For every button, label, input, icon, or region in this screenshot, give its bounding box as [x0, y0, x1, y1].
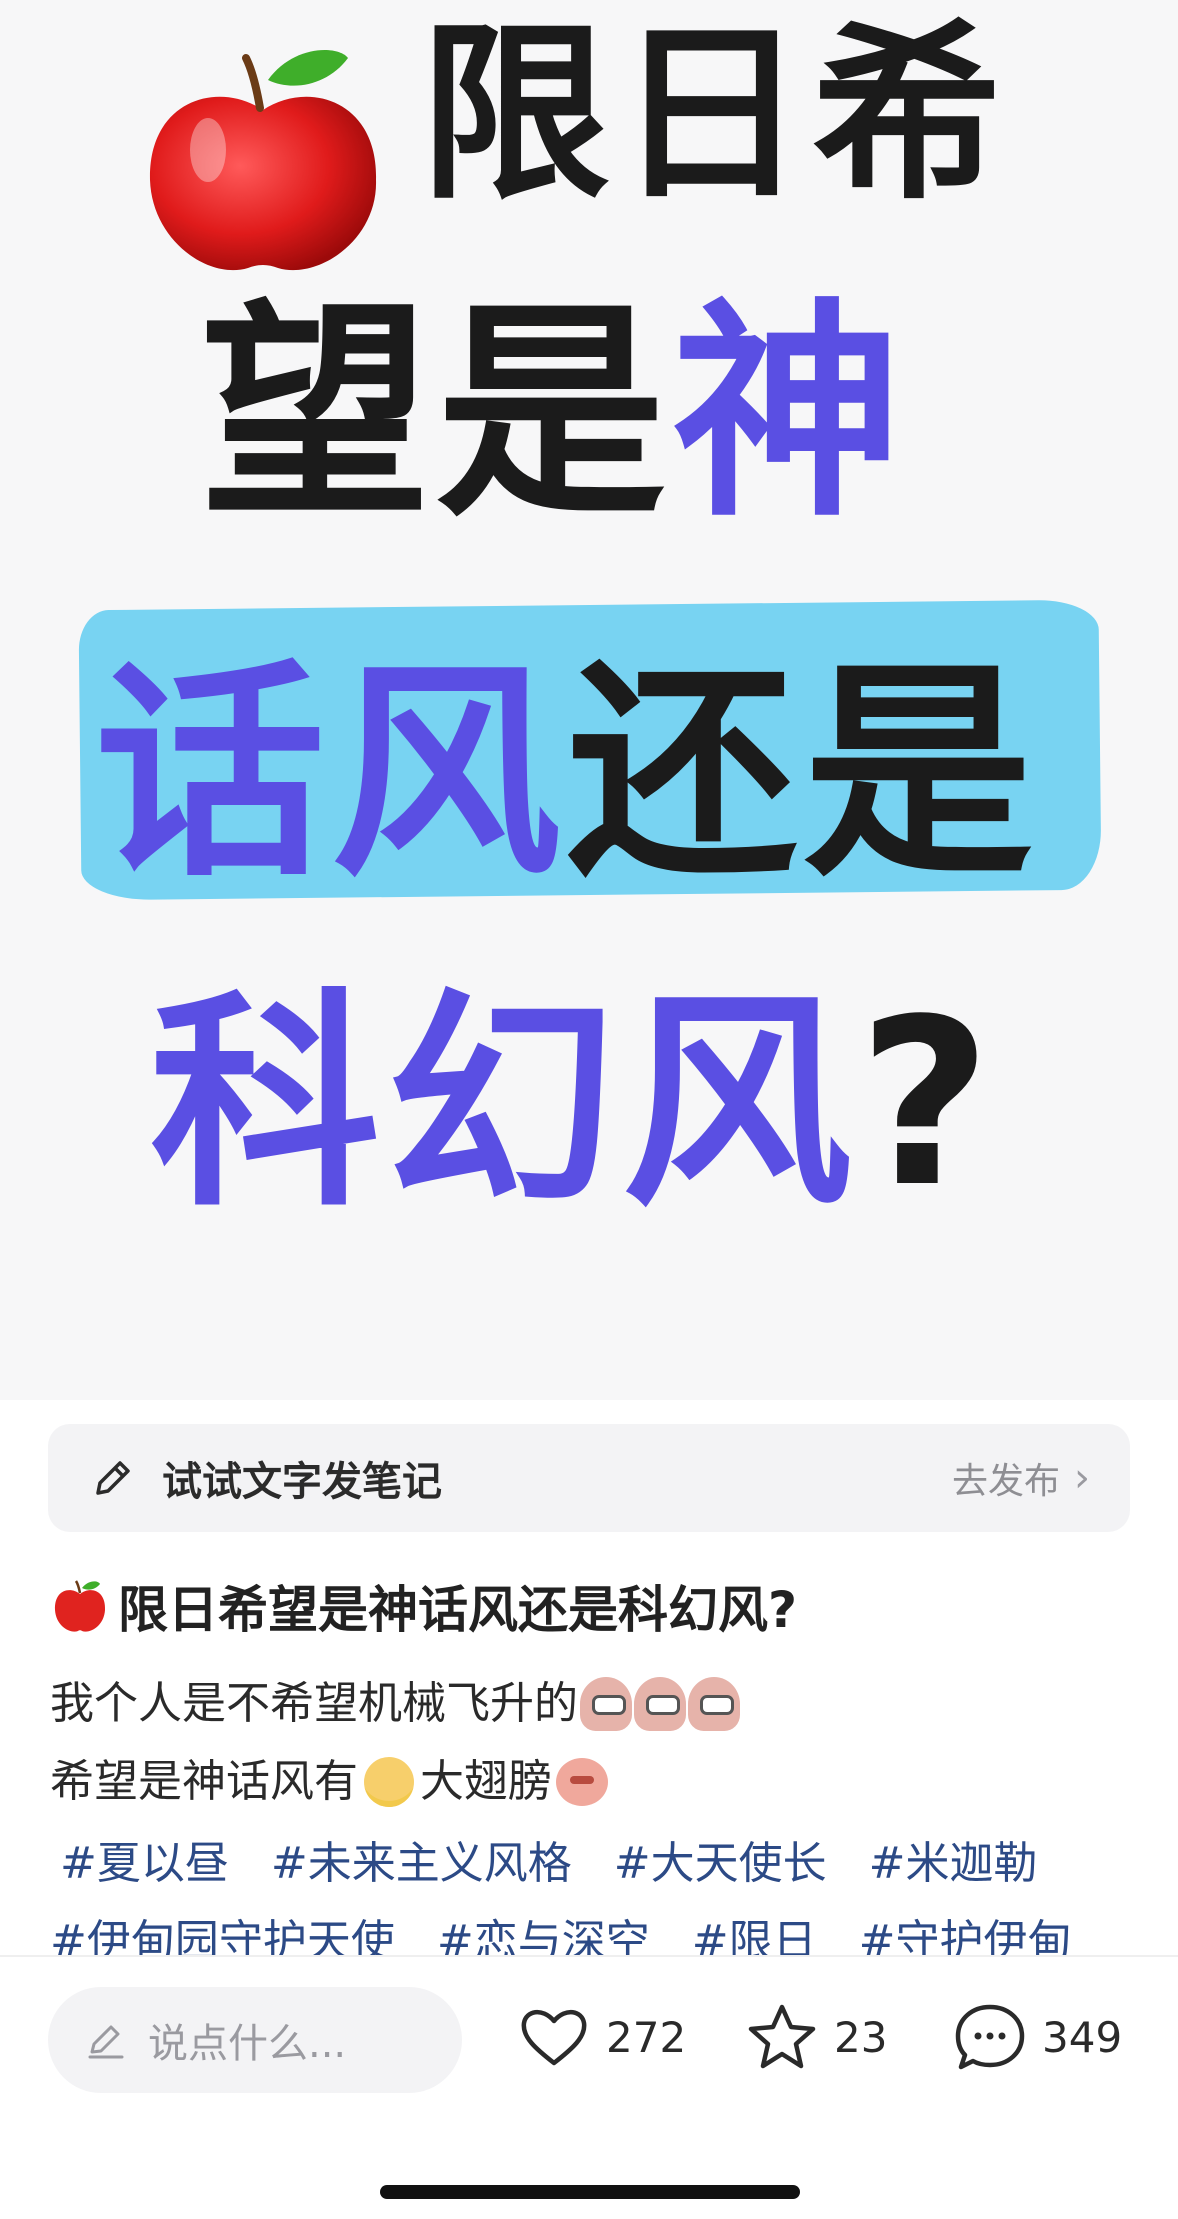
go-publish-label: 去发布 [951, 1461, 1060, 1502]
like-count: 272 [606, 2012, 687, 2062]
post-body-text-2a: 希望是神话风有 [50, 1756, 358, 1807]
sneezing-face-emoji-icon [556, 1758, 608, 1806]
shocked-mushroom-emoji-icon [634, 1677, 686, 1731]
comment-button[interactable]: 349 [952, 1999, 1122, 2075]
comment-input[interactable]: 说点什么... [48, 1987, 462, 2093]
favorite-count: 23 [834, 2012, 888, 2062]
pencil-icon [96, 1461, 130, 1495]
post-title: 限日希望是神话风还是科幻风? [50, 1570, 797, 1642]
cover-text-4a: 科幻风 [150, 971, 859, 1238]
post-body-text-2b: 大翅膀 [420, 1756, 552, 1807]
cover-text-line-3: 话风还是 [95, 660, 1039, 890]
hashtag-link[interactable]: #未来主义风格 [271, 1827, 572, 1891]
heart-icon [521, 2010, 587, 2066]
shocked-mushroom-emoji-icon [580, 1677, 632, 1731]
post-title-text: 限日希望是神话风还是科幻风? [118, 1581, 798, 1639]
shocked-mushroom-emoji-icon [688, 1677, 740, 1731]
go-publish-button[interactable]: 去发布 › [952, 1452, 1090, 1504]
home-indicator[interactable] [380, 2185, 800, 2199]
favorite-button[interactable]: 23 [744, 1999, 887, 2075]
cover-text-3a: 话风 [95, 641, 568, 908]
cover-text-3b: 还是 [567, 641, 1040, 908]
pencil-icon [88, 2025, 124, 2059]
cover-text-4b: ? [858, 971, 998, 1238]
post-body: 我个人是不希望机械飞升的 希望是神话风有 大翅膀 [50, 1665, 740, 1821]
comment-count: 349 [1042, 2012, 1123, 2062]
hashtag-link[interactable]: #夏以昼 [60, 1827, 229, 1891]
bottom-action-bar: 说点什么... 272 23 349 [0, 1957, 1178, 2219]
comment-placeholder: 说点什么... [148, 2021, 347, 2067]
hashtag-link[interactable]: #米迦勒 [869, 1827, 1038, 1891]
try-text-note-label: 试试文字发笔记 [162, 1459, 442, 1505]
chevron-right-icon: › [1074, 1455, 1090, 1501]
red-apple-emoji-icon [54, 1580, 106, 1632]
cover-text-2a: 望是 [200, 281, 673, 548]
post-body-text-1: 我个人是不希望机械飞升的 [50, 1678, 578, 1729]
post-detail-page: 限日希 望是神 话风还是 科幻风? 试试文字发笔记 去发布 › 限日希望是神话风… [0, 0, 1178, 2219]
cover-text-2b: 神 [672, 281, 909, 548]
red-apple-icon [149, 50, 377, 271]
chat-bubble-icon [955, 2004, 1025, 2070]
hashtag-link[interactable]: #大天使长 [614, 1827, 827, 1891]
try-text-note-banner[interactable]: 试试文字发笔记 去发布 › [48, 1424, 1130, 1532]
cover-text-line-1: 限日希 [420, 4, 1009, 225]
post-body-line-1: 我个人是不希望机械飞升的 [50, 1665, 740, 1743]
post-cover-image[interactable]: 限日希 望是神 话风还是 科幻风? [0, 0, 1178, 1400]
like-button[interactable]: 272 [516, 1999, 686, 2075]
cover-text-line-4: 科幻风? [150, 990, 997, 1220]
star-icon [748, 2004, 816, 2069]
hashtag-list: #夏以昼 #未来主义风格 #大天使长 #米迦勒 #伊甸园守护天使 #恋与深空 #… [50, 1820, 1150, 1976]
cover-text-line-2: 望是神 [200, 300, 908, 530]
baby-angel-emoji-icon [364, 1757, 414, 1807]
hashtag-row-1: #夏以昼 #未来主义风格 #大天使长 #米迦勒 [60, 1820, 1150, 1898]
post-body-line-2: 希望是神话风有 大翅膀 [50, 1743, 740, 1821]
